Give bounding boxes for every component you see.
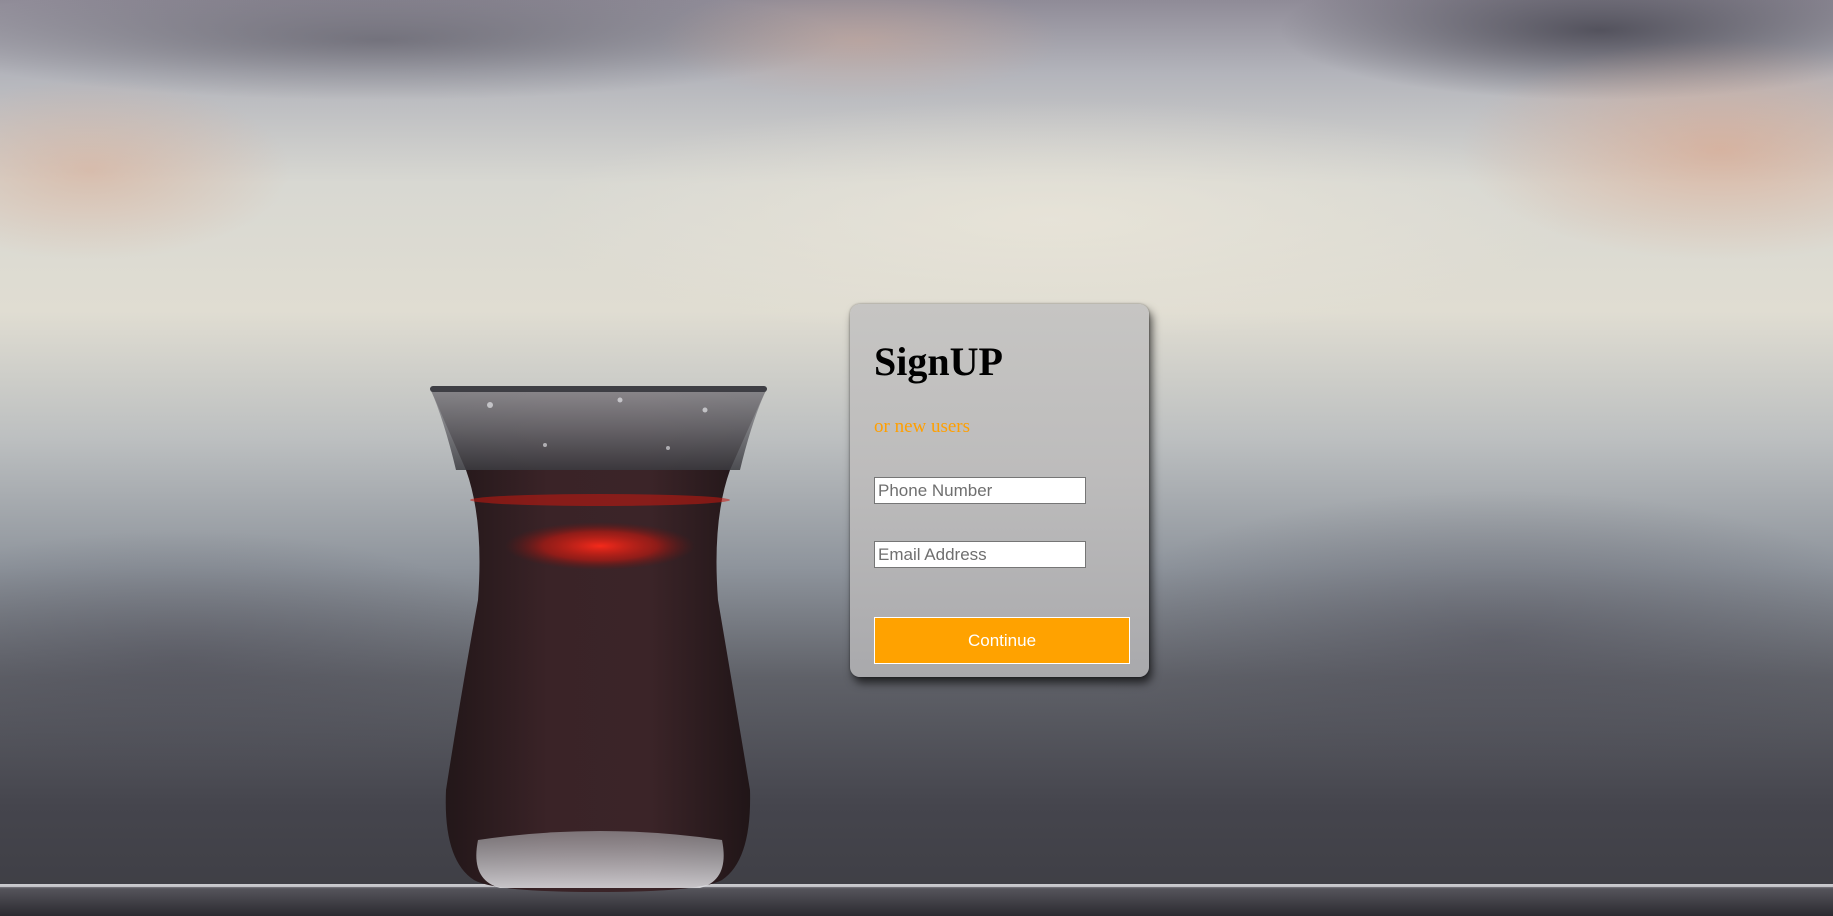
continue-button[interactable]: Continue [874, 617, 1130, 664]
signup-title: SignUP [874, 339, 1003, 384]
signup-card: SignUP or new users Continue [850, 304, 1149, 677]
phone-number-input[interactable] [874, 477, 1086, 504]
email-address-input[interactable] [874, 541, 1086, 568]
tea-glass [430, 386, 767, 892]
signup-subtitle: or new users [874, 416, 971, 437]
